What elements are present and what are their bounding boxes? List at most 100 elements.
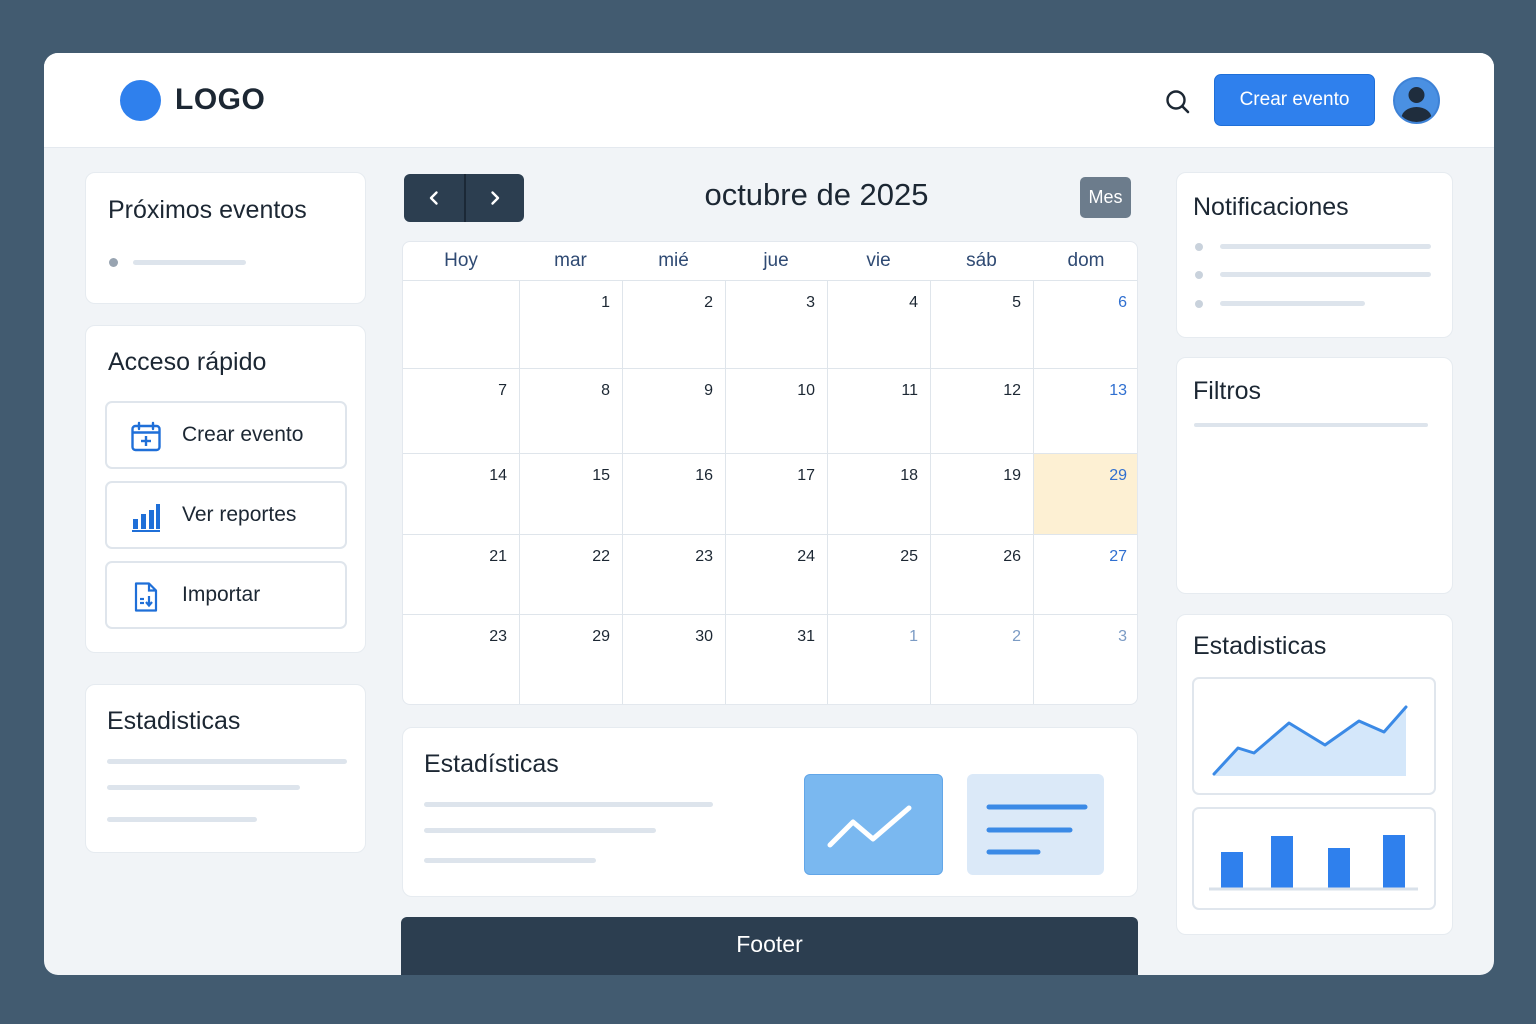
calendar-day-cell[interactable]: 5 <box>930 280 1033 368</box>
grid-line <box>827 280 828 704</box>
calendar-day-cell[interactable]: 18 <box>827 453 930 534</box>
month-title: octubre de 2025 <box>704 177 929 212</box>
stats-placeholder-line <box>107 785 300 790</box>
grid-line <box>403 534 1137 535</box>
grid-line <box>622 280 623 704</box>
import-button[interactable]: Importar <box>105 561 347 629</box>
day-number: 29 <box>1109 467 1127 484</box>
day-number: 19 <box>1003 467 1021 484</box>
filter-placeholder-line <box>1194 423 1428 427</box>
filters-title: Filtros <box>1193 377 1262 405</box>
calendar-day-cell[interactable]: 11 <box>827 368 930 453</box>
bottom-stats-card: Estadísticas <box>402 727 1138 897</box>
day-number: 14 <box>489 467 507 484</box>
calendar-day-cell[interactable]: 30 <box>622 614 725 704</box>
user-avatar-icon[interactable] <box>1393 77 1440 124</box>
view-reports-label: Ver reportes <box>182 503 297 526</box>
calendar-day-cell[interactable]: 10 <box>725 368 827 453</box>
create-event-button[interactable]: Crear evento <box>1214 74 1375 126</box>
calendar-day-cell[interactable]: 23 <box>622 534 725 614</box>
calendar-day-cell[interactable]: 24 <box>725 534 827 614</box>
day-number: 3 <box>1118 628 1127 645</box>
day-number: 30 <box>695 628 713 645</box>
calendar-day-cell[interactable] <box>403 280 519 368</box>
calendar-day-cell[interactable]: 1 <box>827 614 930 704</box>
calendar-day-cell[interactable]: 2 <box>622 280 725 368</box>
calendar-day-cell[interactable]: 1 <box>519 280 622 368</box>
calendar-plus-icon <box>130 421 162 453</box>
grid-line <box>403 368 1137 369</box>
calendar-day-cell[interactable]: 13 <box>1033 368 1137 453</box>
grid-line <box>725 280 726 704</box>
calendar-grid: Hoy mar mié jue vie sáb dom 1 2 3 4 5 6 7 8 9 10 11 12 13 14… <box>402 241 1138 705</box>
notifications-card: Notificaciones <box>1176 172 1453 338</box>
event-bullet <box>109 258 118 267</box>
day-number: 8 <box>601 382 610 399</box>
day-number: 9 <box>704 382 713 399</box>
calendar-day-cell[interactable]: 17 <box>725 453 827 534</box>
calendar-day-cell[interactable]: 26 <box>930 534 1033 614</box>
day-number: 1 <box>601 294 610 311</box>
right-stats-title: Estadisticas <box>1193 632 1327 660</box>
quick-create-event-button[interactable]: Crear evento <box>105 401 347 469</box>
filters-card: Filtros <box>1176 357 1453 594</box>
right-stats-card: Estadisticas <box>1176 614 1453 935</box>
day-number: 1 <box>909 628 918 645</box>
day-number: 23 <box>695 548 713 565</box>
day-number: 31 <box>797 628 815 645</box>
notification-placeholder-line <box>1220 244 1431 249</box>
notification-bullet <box>1195 243 1203 251</box>
grid-line <box>519 280 520 704</box>
calendar-day-cell[interactable]: 27 <box>1033 534 1137 614</box>
calendar-day-cell[interactable]: 8 <box>519 368 622 453</box>
event-placeholder-line <box>133 260 246 265</box>
view-reports-button[interactable]: Ver reportes <box>105 481 347 549</box>
search-icon[interactable] <box>1162 86 1194 118</box>
calendar-day-cell[interactable]: 29 <box>1033 453 1137 534</box>
stats-placeholder-line <box>107 759 347 764</box>
calendar-day-cell[interactable]: 23 <box>403 614 519 704</box>
bar-chart-icon <box>130 501 162 533</box>
quick-access-title: Acceso rápido <box>108 348 267 376</box>
calendar-day-cell[interactable]: 3 <box>1033 614 1137 704</box>
day-number: 12 <box>1003 382 1021 399</box>
calendar-day-cell[interactable]: 2 <box>930 614 1033 704</box>
text-lines-icon <box>967 774 1104 875</box>
month-view-button[interactable]: Mes <box>1080 177 1131 218</box>
stats-placeholder-line <box>424 802 713 807</box>
calendar-nav <box>404 174 524 222</box>
calendar-day-cell[interactable]: 25 <box>827 534 930 614</box>
calendar-day-cell[interactable]: 6 <box>1033 280 1137 368</box>
calendar-day-cell[interactable]: 31 <box>725 614 827 704</box>
calendar-day-cell[interactable]: 21 <box>403 534 519 614</box>
calendar-day-cell[interactable]: 3 <box>725 280 827 368</box>
calendar-day-cell[interactable]: 29 <box>519 614 622 704</box>
calendar-day-cell[interactable]: 9 <box>622 368 725 453</box>
calendar-day-cell[interactable]: 12 <box>930 368 1033 453</box>
calendar-day-cell[interactable]: 7 <box>403 368 519 453</box>
trend-line-icon <box>804 774 943 875</box>
calendar-day-cell[interactable]: 19 <box>930 453 1033 534</box>
weekday-header: sáb <box>966 250 997 271</box>
day-number: 24 <box>797 548 815 565</box>
day-number: 27 <box>1109 548 1127 565</box>
day-number: 10 <box>797 382 815 399</box>
weekday-header: mar <box>554 250 587 271</box>
day-number: 3 <box>806 294 815 311</box>
day-number: 11 <box>901 382 918 399</box>
day-number: 25 <box>900 548 918 565</box>
calendar-day-cell[interactable]: 14 <box>403 453 519 534</box>
calendar-day-cell[interactable]: 15 <box>519 453 622 534</box>
weekday-header: dom <box>1067 250 1105 271</box>
day-number: 26 <box>1003 548 1021 565</box>
chevron-left-icon[interactable] <box>404 174 464 222</box>
grid-line <box>403 453 1137 454</box>
bottom-stats-title: Estadísticas <box>424 750 559 778</box>
calendar-day-cell[interactable]: 22 <box>519 534 622 614</box>
calendar-day-cell[interactable]: 4 <box>827 280 930 368</box>
day-number: 6 <box>1118 294 1127 311</box>
day-number: 23 <box>489 628 507 645</box>
chevron-right-icon[interactable] <box>464 174 524 222</box>
bar-chart-thumbnail <box>1192 807 1436 910</box>
calendar-day-cell[interactable]: 16 <box>622 453 725 534</box>
